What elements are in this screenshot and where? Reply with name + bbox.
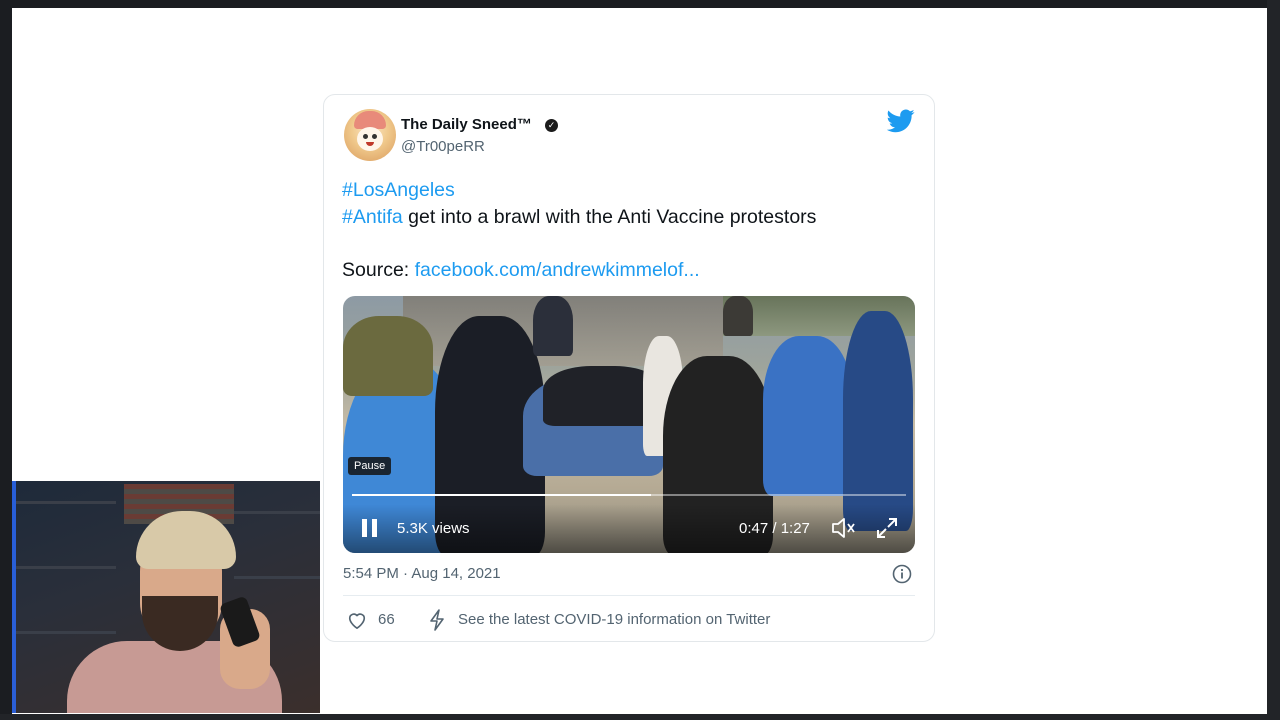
user-handle[interactable]: @Tr00peRR	[401, 138, 485, 155]
video-time: 0:47 / 1:27	[739, 520, 810, 537]
source-label: Source:	[342, 259, 415, 281]
user-avatar[interactable]	[344, 109, 396, 161]
tweet-body: #LosAngeles #Antifa get into a brawl wit…	[342, 177, 917, 284]
verified-badge-icon: ✓	[545, 119, 558, 132]
source-link[interactable]: facebook.com/andrewkimmelof...	[415, 259, 700, 281]
video-progress-fill	[352, 494, 652, 496]
window-border	[1267, 0, 1280, 720]
heart-icon[interactable]	[346, 610, 368, 630]
lightning-bolt-icon	[430, 609, 444, 631]
hashtag-link[interactable]: #LosAngeles	[342, 179, 455, 201]
hashtag-link[interactable]: #Antifa	[342, 206, 403, 228]
window-border	[0, 714, 1280, 720]
volume-icon[interactable]	[830, 516, 856, 540]
divider	[343, 595, 915, 596]
video-progress-bar[interactable]	[352, 494, 906, 496]
view-count: 5.3K views	[397, 520, 470, 537]
pause-button[interactable]	[360, 517, 380, 539]
like-count: 66	[378, 611, 395, 628]
display-name[interactable]: The Daily Sneed™	[401, 116, 532, 133]
fullscreen-icon[interactable]	[875, 516, 899, 540]
tweet-timestamp[interactable]: 5:54 PM · Aug 14, 2021	[343, 565, 501, 582]
video-controls: 5.3K views 0:47 / 1:27	[343, 504, 915, 553]
tweet-text-line: get into a brawl with the Anti Vaccine p…	[402, 206, 817, 228]
webcam-overlay	[12, 481, 320, 713]
covid-info-link[interactable]: See the latest COVID-19 information on T…	[458, 611, 770, 628]
embedded-tweet-card[interactable]: The Daily Sneed™ ✓ @Tr00peRR #LosAngeles…	[323, 94, 935, 642]
info-icon[interactable]	[892, 564, 912, 584]
twitter-bird-icon[interactable]	[887, 109, 915, 133]
video-player[interactable]: Pause 5.3K views 0:47 / 1:27	[343, 296, 915, 553]
pause-tooltip: Pause	[348, 457, 392, 475]
